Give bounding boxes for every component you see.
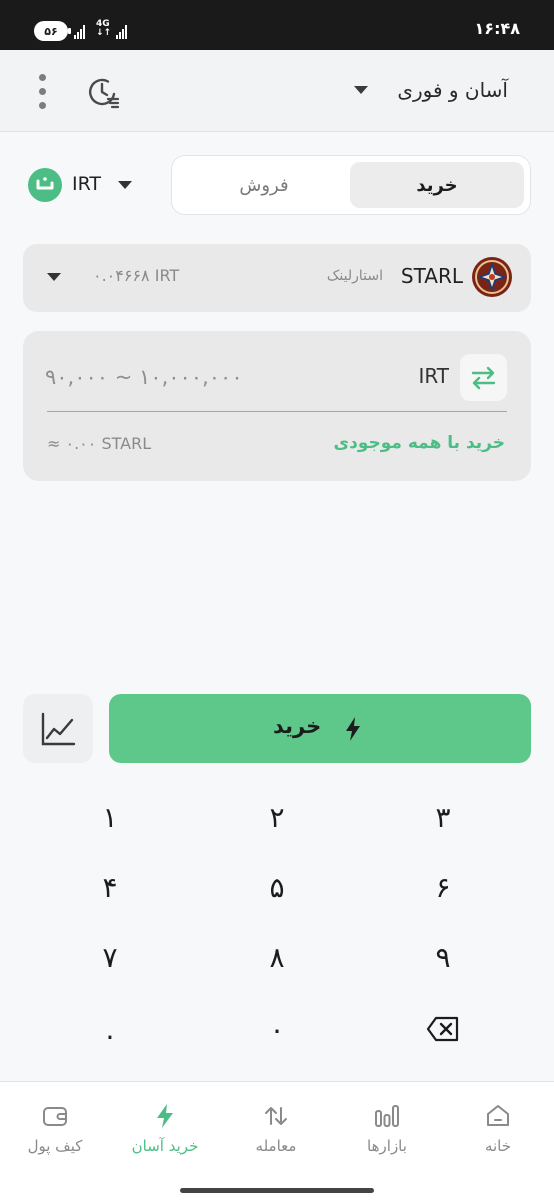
currency-selector[interactable]: IRT [28,165,140,205]
nav-label: خانه [484,1137,512,1155]
signal-strength-icon-2 [116,23,127,39]
key-5[interactable]: ۵ [217,858,337,916]
key-6[interactable]: ۶ [383,858,503,916]
home-icon [487,1105,509,1126]
signal-strength-icon [74,23,85,39]
trade-icon [265,1107,287,1125]
wallet-icon [43,1107,67,1126]
nav-label: معامله [255,1137,297,1155]
starlink-logo-icon [472,257,512,297]
nav-trade[interactable]: معامله [221,1082,331,1182]
history-clock-icon [89,78,120,109]
home-indicator [180,1188,374,1193]
bottom-navigation: خانه بازارها معامله خرید آسان کیف پول [0,1081,554,1200]
key-1[interactable]: ۱ [50,788,170,846]
network-type: 4G ↓↑ [96,19,112,38]
amount-input[interactable] [45,359,345,395]
status-bar: ۵۶ 4G ↓↑ ۱۶:۴۸ [0,0,554,50]
tab-buy[interactable]: خرید [350,162,524,208]
currency-code: IRT [72,173,102,195]
status-time: ۱۶:۴۸ [474,19,520,38]
buy-button-label: خرید [273,714,322,738]
amount-card: IRT خرید با همه موجودی ≈ ۰.۰۰ STARL [23,331,531,481]
toman-logo-icon [28,168,62,202]
nav-home[interactable]: خانه [443,1082,553,1182]
asset-selector[interactable]: STARL استارلینک ۰.۰۴۶۶۸ IRT [23,244,531,312]
nav-easy-buy[interactable]: خرید آسان [110,1082,220,1182]
amount-unit: IRT [418,364,449,388]
buy-sell-toggle: خرید فروش [171,155,531,215]
chart-button[interactable] [23,694,93,763]
divider [47,411,507,412]
nav-label: کیف پول [27,1137,83,1155]
chevron-down-icon [118,181,132,189]
app-header: آسان و فوری [0,50,554,132]
lightning-icon [157,1104,173,1128]
tab-sell[interactable]: فروش [178,162,350,208]
key-decimal[interactable]: . [50,1000,170,1058]
buy-all-balance-link[interactable]: خرید با همه موجودی [334,433,505,453]
estimated-receive: ≈ ۰.۰۰ STARL [47,434,152,453]
backspace-icon [426,1016,459,1042]
nav-label: بازارها [367,1137,407,1155]
history-button[interactable] [84,72,124,112]
nav-wallet[interactable]: کیف پول [0,1082,110,1182]
asset-symbol: STARL [400,264,463,288]
buy-button[interactable]: خرید [109,694,531,763]
battery-indicator: ۵۶ [34,21,71,41]
key-9[interactable]: ۹ [383,928,503,986]
more-menu-button[interactable] [28,72,58,112]
chevron-down-icon[interactable] [354,86,368,94]
asset-price: ۰.۰۴۶۶۸ IRT [93,266,180,285]
nav-markets[interactable]: بازارها [332,1082,442,1182]
key-2[interactable]: ۲ [217,788,337,846]
chevron-down-icon [47,273,61,281]
swap-arrows-icon [471,366,496,390]
key-4[interactable]: ۴ [50,858,170,916]
asset-name: استارلینک [326,268,383,284]
key-8[interactable]: ۸ [217,928,337,986]
page-title[interactable]: آسان و فوری [397,78,508,102]
markets-icon [375,1105,399,1127]
swap-button[interactable] [460,354,507,401]
nav-label: خرید آسان [131,1137,199,1155]
backspace-key[interactable] [383,1000,503,1058]
chart-line-icon [41,712,76,746]
key-7[interactable]: ۷ [50,928,170,986]
key-0[interactable]: ۰ [217,1000,337,1058]
lightning-icon [346,717,360,741]
key-3[interactable]: ۳ [383,788,503,846]
